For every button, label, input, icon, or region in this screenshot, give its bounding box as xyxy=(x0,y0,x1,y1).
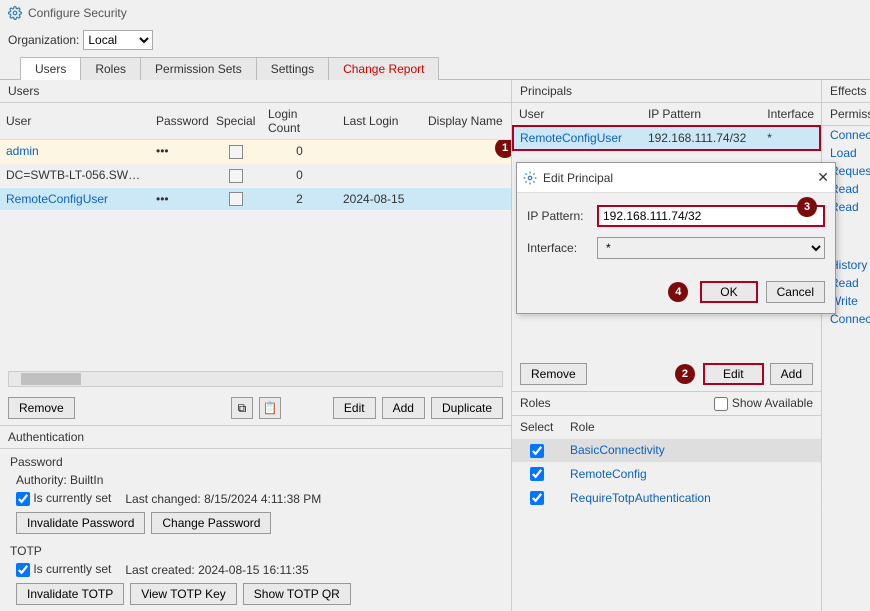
edit-button[interactable]: Edit xyxy=(703,363,764,385)
tab-roles[interactable]: Roles xyxy=(80,57,141,80)
roles-head: Roles Show Available xyxy=(512,391,821,416)
role-checkbox[interactable] xyxy=(530,491,544,505)
remove-button[interactable]: Remove xyxy=(520,363,587,385)
is-currently-set-totp[interactable]: Is currently set xyxy=(16,562,111,577)
ip-pattern-input[interactable] xyxy=(597,205,825,227)
window-title: Configure Security xyxy=(28,6,127,20)
middle-column: Principals User IP Pattern Interface Rem… xyxy=(512,80,822,611)
role-checkbox[interactable] xyxy=(530,444,544,458)
list-item[interactable]: Connect xyxy=(822,126,870,144)
col-user[interactable]: User xyxy=(0,103,150,140)
table-row[interactable]: RemoteConfig xyxy=(512,462,821,486)
right-column: Effects Permission Connect Load Request … xyxy=(822,80,870,611)
gear-icon xyxy=(8,6,22,20)
list-item[interactable]: Load xyxy=(822,144,870,162)
title-bar: Configure Security xyxy=(0,0,870,26)
close-icon[interactable]: ✕ xyxy=(817,169,829,186)
last-created-text: Last created: 2024-08-15 16:11:35 xyxy=(125,563,308,577)
marker-1: 1 xyxy=(495,140,511,159)
principals-head: Principals xyxy=(512,80,821,103)
organization-row: Organization: Local xyxy=(0,26,870,56)
marker-3: 3 xyxy=(797,197,817,217)
table-row[interactable]: admin ••• 0 1 xyxy=(0,140,511,164)
checkbox-icon xyxy=(229,145,243,159)
organization-label: Organization: xyxy=(8,33,79,47)
tab-users[interactable]: Users xyxy=(20,57,81,80)
edit-principal-dialog: Edit Principal ✕ 3 IP Pattern: Interface… xyxy=(516,162,836,314)
table-row[interactable]: RemoteConfigUser ••• 2 2024-08-15 xyxy=(0,187,511,211)
password-label: Password xyxy=(10,455,501,469)
effects-col: Permission xyxy=(822,103,870,126)
col-display-name[interactable]: Display Name xyxy=(422,103,511,140)
interface-select[interactable]: * xyxy=(597,237,825,259)
authority-text: Authority: BuiltIn xyxy=(16,473,501,487)
duplicate-button[interactable]: Duplicate xyxy=(431,397,503,419)
marker-2: 2 xyxy=(675,364,695,384)
tab-change-report[interactable]: Change Report xyxy=(328,57,439,80)
dialog-title: Edit Principal xyxy=(543,171,613,185)
left-column: Users User Password Special Login Count … xyxy=(0,80,512,611)
show-totp-qr-button[interactable]: Show TOTP QR xyxy=(243,583,351,605)
edit-button[interactable]: Edit xyxy=(333,397,376,419)
users-head: Users xyxy=(0,80,511,103)
remove-button[interactable]: Remove xyxy=(8,397,75,419)
tab-permission-sets[interactable]: Permission Sets xyxy=(140,57,257,80)
col-special[interactable]: Special xyxy=(210,103,262,140)
organization-select[interactable]: Local xyxy=(83,30,153,50)
horizontal-scrollbar[interactable] xyxy=(8,371,503,387)
tab-strip: Users Roles Permission Sets Settings Cha… xyxy=(0,56,870,80)
roles-table[interactable]: Select Role BasicConnectivity RemoteConf… xyxy=(512,416,821,510)
last-changed-text: Last changed: 8/15/2024 4:11:38 PM xyxy=(125,492,321,506)
change-password-button[interactable]: Change Password xyxy=(151,512,271,534)
role-checkbox[interactable] xyxy=(530,467,544,481)
view-totp-key-button[interactable]: View TOTP Key xyxy=(130,583,237,605)
roles-label: Roles xyxy=(520,396,551,410)
col-login-count[interactable]: Login Count xyxy=(262,103,337,140)
dialog-title-bar[interactable]: Edit Principal ✕ xyxy=(517,163,835,193)
ok-button[interactable]: OK xyxy=(700,281,757,303)
copy-icon-button[interactable]: ⧉ xyxy=(231,397,253,419)
interface-label: Interface: xyxy=(527,241,597,255)
checkbox-icon xyxy=(229,169,243,183)
invalidate-password-button[interactable]: Invalidate Password xyxy=(16,512,145,534)
col-ip-pattern[interactable]: IP Pattern xyxy=(642,103,761,126)
table-row[interactable]: RemoteConfigUser 192.168.111.74/32 * xyxy=(513,126,820,150)
col-last-login[interactable]: Last Login xyxy=(337,103,422,140)
col-password[interactable]: Password xyxy=(150,103,210,140)
is-currently-set-pw[interactable]: Is currently set xyxy=(16,491,111,506)
marker-4: 4 xyxy=(668,282,688,302)
authentication-head: Authentication xyxy=(0,425,511,449)
col-p-user[interactable]: User xyxy=(513,103,642,126)
table-row[interactable]: BasicConnectivity xyxy=(512,438,821,462)
effects-head: Effects xyxy=(822,80,870,103)
tab-settings[interactable]: Settings xyxy=(256,57,329,80)
principals-button-row: Remove 2 Edit Add xyxy=(512,357,821,391)
add-button[interactable]: Add xyxy=(382,397,425,419)
gear-icon xyxy=(523,171,537,185)
totp-label: TOTP xyxy=(10,544,501,558)
cancel-button[interactable]: Cancel xyxy=(766,281,825,303)
checkbox-icon xyxy=(229,192,243,206)
table-row[interactable]: RequireTotpAuthentication xyxy=(512,486,821,510)
ip-pattern-label: IP Pattern: xyxy=(527,209,597,223)
col-interface[interactable]: Interface xyxy=(761,103,820,126)
principals-table[interactable]: User IP Pattern Interface RemoteConfigUs… xyxy=(512,103,821,151)
col-role[interactable]: Role xyxy=(562,416,821,439)
col-select[interactable]: Select xyxy=(512,416,562,439)
users-button-row: Remove ⧉ 📋 Edit Add Duplicate xyxy=(0,391,511,425)
add-button[interactable]: Add xyxy=(770,363,813,385)
show-available-checkbox[interactable]: Show Available xyxy=(714,396,813,411)
paste-icon-button[interactable]: 📋 xyxy=(259,397,281,419)
users-table[interactable]: User Password Special Login Count Last L… xyxy=(0,103,511,211)
table-row[interactable]: DC=SWTB-LT-056.SWTBO 0 xyxy=(0,163,511,187)
invalidate-totp-button[interactable]: Invalidate TOTP xyxy=(16,583,124,605)
